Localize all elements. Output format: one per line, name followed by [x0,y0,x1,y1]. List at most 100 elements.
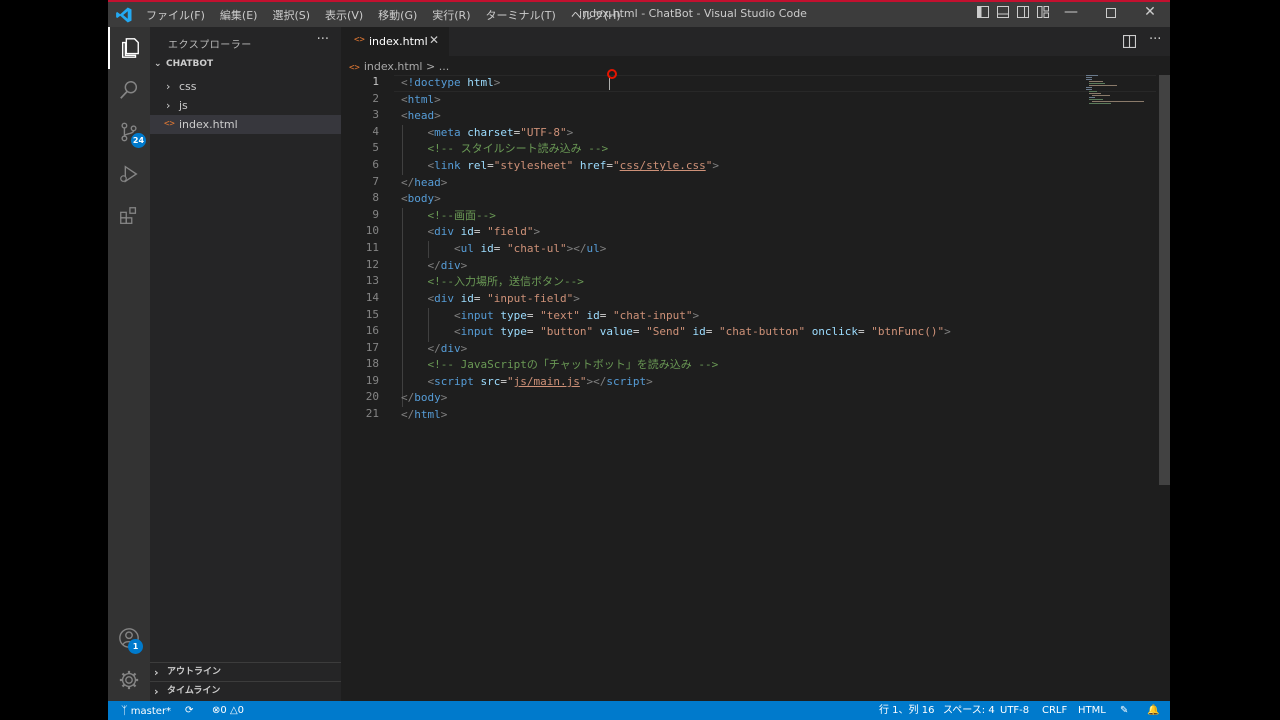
explorer-sidebar: エクスプローラー ··· ⌄ CHATBOT › css › js <> inde… [150,27,341,701]
code-line[interactable]: <!--画面--> [401,208,495,225]
language-mode[interactable]: HTML [1078,701,1106,720]
notifications-bell-icon[interactable]: 🔔 [1147,701,1159,720]
line-number: 18 [365,357,379,370]
toggle-secondary-sidebar-icon[interactable] [1013,6,1033,21]
code-line[interactable]: <div id= "field"> [401,224,541,241]
vscode-logo-icon [116,7,132,23]
indentation[interactable]: スペース: 4 [943,701,995,720]
line-number: 16 [365,324,379,337]
menu-file[interactable]: ファイル(F) [146,7,205,23]
html-file-icon: <> [164,119,175,129]
timeline-section[interactable]: › タイムライン [150,681,341,700]
menu-edit[interactable]: 編集(E) [220,7,258,23]
html-file-icon: <> [354,35,365,45]
editor-area: <> index.html ✕ ··· <> index.html > ... 1… [341,27,1170,701]
current-line-highlight [394,75,1156,92]
line-number: 9 [372,208,379,221]
line-number: 7 [372,175,379,188]
tree-item-css[interactable]: › css [150,77,341,96]
line-number: 4 [372,125,379,138]
code-line[interactable]: </head> [401,175,447,192]
more-actions-icon[interactable]: ··· [317,32,329,47]
toggle-sidebar-icon[interactable] [973,6,993,21]
customize-layout-icon[interactable] [1033,6,1053,21]
menu-run[interactable]: 実行(R) [432,7,470,23]
breadcrumb[interactable]: <> index.html > ... [349,60,449,73]
tab-bar: <> index.html ✕ ··· [341,27,1170,56]
code-line[interactable]: <!doctype html> [401,75,500,92]
status-bar: ᛉ master* ⟳ ⊗0 △0 行 1、列 16 スペース: 4 UTF-8… [108,701,1170,720]
maximize-icon[interactable] [1091,4,1131,22]
outline-section[interactable]: › アウトライン [150,662,341,681]
split-editor-icon[interactable] [1123,33,1136,52]
close-window-icon[interactable]: ✕ [1130,4,1170,20]
code-line[interactable]: <div id= "input-field"> [401,291,580,308]
feedback-icon[interactable]: ✎ [1120,701,1128,720]
tree-item-js[interactable]: › js [150,96,341,115]
line-number: 15 [365,308,379,321]
code-line[interactable]: <!-- JavaScriptの「チャットボット」を読み込み --> [401,357,718,374]
line-number: 14 [365,291,379,304]
chevron-right-icon: › [166,80,171,93]
code-line[interactable]: <ul id= "chat-ul"></ul> [401,241,606,258]
code-line[interactable]: </html> [401,407,447,424]
code-line[interactable]: <input type= "button" value= "Send" id= … [401,324,951,341]
close-tab-icon[interactable]: ✕ [429,33,439,47]
code-line[interactable]: <link rel="stylesheet" href="css/style.c… [401,158,719,175]
cursor-position[interactable]: 行 1、列 16 [879,701,934,720]
code-line[interactable]: <meta charset="UTF-8"> [401,125,574,142]
line-number: 17 [365,341,379,354]
minimize-icon[interactable]: — [1051,4,1091,20]
code-line[interactable]: </div> [401,341,468,358]
encoding[interactable]: UTF-8 [1000,701,1029,720]
accounts-icon[interactable]: 1 [108,617,150,659]
code-line[interactable]: <head> [401,108,441,125]
branch-indicator[interactable]: ᛉ master* [121,701,171,720]
chevron-down-icon: ⌄ [154,59,162,69]
more-actions-icon[interactable]: ··· [1149,32,1161,47]
code-line[interactable]: <script src="js/main.js"></script> [401,374,653,391]
code-line[interactable]: </div> [401,258,468,275]
line-ending[interactable]: CRLF [1042,701,1067,720]
explorer-icon[interactable] [108,27,150,69]
menu-view[interactable]: 表示(V) [325,7,363,23]
chevron-right-icon: › [154,685,159,698]
source-control-icon[interactable]: 24 [108,111,150,153]
title-bar: ファイル(F) 編集(E) 選択(S) 表示(V) 移動(G) 実行(R) ター… [108,0,1170,27]
vertical-scrollbar[interactable] [1159,75,1170,485]
extensions-icon[interactable] [108,195,150,237]
source-control-badge: 24 [131,133,146,148]
manage-gear-icon[interactable] [108,659,150,701]
activity-bar: 24 1 [108,27,150,701]
code-line[interactable]: </body> [401,390,447,407]
line-number: 2 [372,92,379,105]
menu-selection[interactable]: 選択(S) [272,7,310,23]
line-number: 11 [365,241,379,254]
minimap[interactable] [1086,75,1146,105]
code-line[interactable]: <input type= "text" id= "chat-input"> [401,308,699,325]
line-number: 1 [372,75,379,88]
warning-icon: △ [229,705,238,716]
code-line[interactable]: <!--入力場所，送信ボタン--> [401,274,583,291]
run-debug-icon[interactable] [108,153,150,195]
tree-item-index-html[interactable]: <> index.html [150,115,341,134]
line-number: 6 [372,158,379,171]
toggle-panel-icon[interactable] [993,6,1013,21]
sync-icon[interactable]: ⟳ [185,701,193,720]
code-line[interactable]: <!-- スタイルシート読み込み --> [401,141,608,158]
layout-controls [973,6,1053,21]
line-number: 8 [372,191,379,204]
accounts-badge: 1 [128,639,143,654]
pointer-marker-icon [607,69,617,79]
tab-index-html[interactable]: <> index.html ✕ [341,27,449,56]
code-line[interactable]: <html> [401,92,441,109]
menu-go[interactable]: 移動(G) [378,7,417,23]
line-number: 13 [365,274,379,287]
explorer-title: エクスプローラー [168,40,252,51]
search-icon[interactable] [108,69,150,111]
line-number: 21 [365,407,379,420]
problems-indicator[interactable]: ⊗0 △0 [212,701,244,720]
project-folder[interactable]: ⌄ CHATBOT [154,59,213,69]
code-line[interactable]: <body> [401,191,441,208]
line-number: 10 [365,224,379,237]
